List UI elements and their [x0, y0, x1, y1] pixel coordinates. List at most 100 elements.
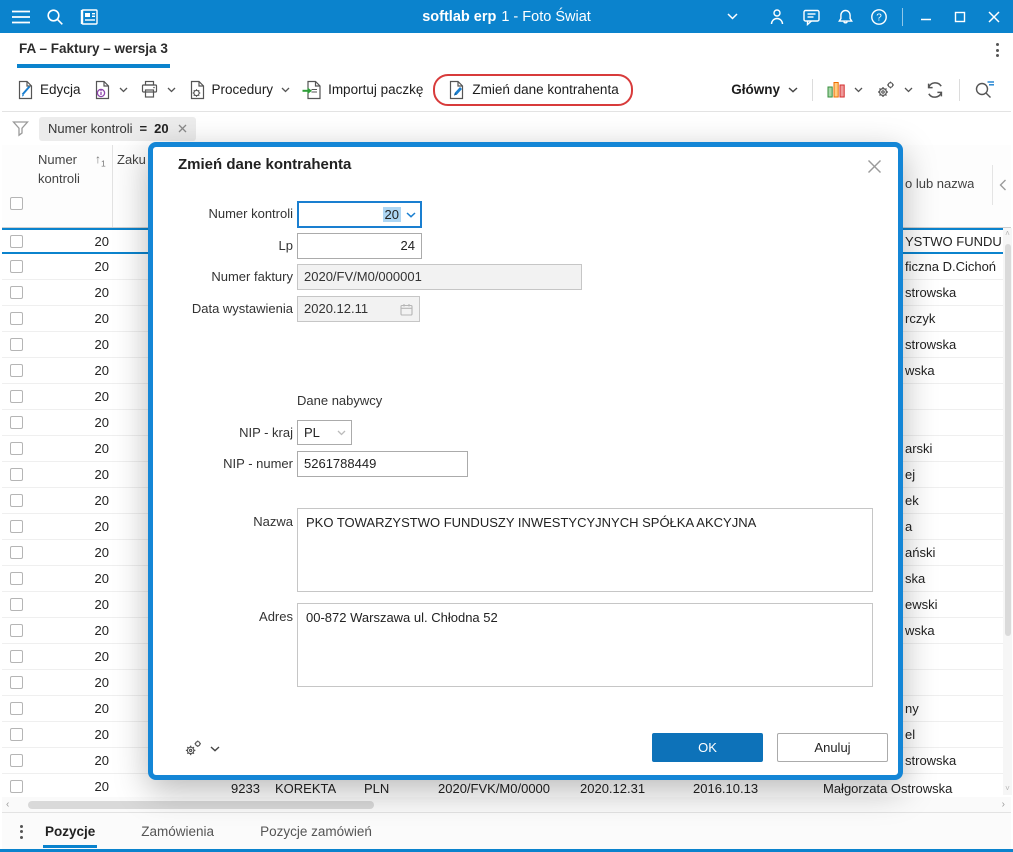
doc-info-chevron-icon[interactable] — [119, 87, 128, 93]
table-row[interactable]: 20 — [2, 306, 148, 332]
edit-button[interactable]: Edycja — [10, 75, 87, 105]
nip-numer-input[interactable]: 5261788449 — [297, 451, 468, 477]
scroll-down-icon[interactable]: ˅ — [1003, 783, 1012, 795]
table-row[interactable]: 20 — [2, 540, 148, 566]
bottom-tab-pozycje-zamówień[interactable]: Pozycje zamówień — [258, 816, 374, 848]
title-chevron-icon[interactable] — [727, 0, 738, 33]
change-contractor-button[interactable]: Zmień dane kontrahenta — [433, 73, 633, 106]
nazwa-textarea[interactable]: PKO TOWARZYSTWO FUNDUSZY INWESTYCYJNYCH … — [297, 508, 873, 592]
table-row[interactable]: 20 — [2, 696, 148, 722]
table-row[interactable]: 20 — [2, 462, 148, 488]
collapse-panel-icon[interactable] — [999, 179, 1007, 191]
maximize-icon[interactable] — [943, 0, 977, 33]
table-row[interactable]: 20 — [2, 436, 148, 462]
row-checkbox[interactable] — [10, 494, 23, 507]
table-row[interactable]: 20 — [2, 722, 148, 748]
select-all-checkbox[interactable] — [10, 197, 23, 210]
table-row-right[interactable] — [903, 410, 1003, 436]
minimize-icon[interactable] — [909, 0, 943, 33]
table-row-right[interactable]: ficzna D.Cichoń — [903, 254, 1003, 280]
table-row[interactable]: 20 — [2, 774, 148, 797]
table-row[interactable]: 20 — [2, 488, 148, 514]
numer-faktury-input[interactable]: 2020/FV/M0/000001 — [297, 264, 582, 290]
refresh-button[interactable] — [919, 75, 951, 105]
table-row-right[interactable]: ska — [903, 566, 1003, 592]
row-checkbox[interactable] — [10, 780, 23, 793]
print-chevron-icon[interactable] — [167, 87, 176, 93]
table-row-right[interactable]: wska — [903, 358, 1003, 384]
help-icon[interactable]: ? — [862, 0, 896, 33]
tab-overflow-icon[interactable] — [996, 43, 999, 57]
table-row-right[interactable]: wska — [903, 618, 1003, 644]
table-row-right[interactable]: YSTWO FUNDU — [903, 228, 1003, 254]
table-row-right[interactable]: ny — [903, 696, 1003, 722]
row-checkbox[interactable] — [10, 624, 23, 637]
dialog-settings-chevron-icon[interactable] — [210, 745, 220, 752]
row-checkbox[interactable] — [10, 728, 23, 741]
table-row[interactable]: 20 — [2, 670, 148, 696]
procedures-chevron-icon[interactable] — [281, 87, 290, 93]
bell-icon[interactable] — [828, 0, 862, 33]
nip-kraj-select[interactable]: PL — [297, 420, 352, 445]
table-row[interactable]: 20 — [2, 358, 148, 384]
adres-textarea[interactable]: 00-872 Warszawa ul. Chłodna 52 — [297, 603, 873, 687]
horizontal-scrollbar[interactable]: ‹ › — [2, 797, 1011, 812]
table-row[interactable]: 20 — [2, 566, 148, 592]
row-checkbox[interactable] — [10, 572, 23, 585]
doc-info-button[interactable] — [87, 75, 134, 105]
numer-kontroli-combobox[interactable]: 20 — [297, 201, 422, 228]
import-package-button[interactable]: Importuj paczkę — [296, 75, 429, 105]
table-row[interactable]: 20 — [2, 644, 148, 670]
vertical-scrollbar-thumb[interactable] — [1004, 244, 1011, 636]
table-row-right[interactable] — [903, 670, 1003, 696]
sort-asc-icon[interactable]: ↑1 — [95, 152, 106, 168]
bottom-tabs-menu-icon[interactable] — [20, 824, 23, 839]
lp-input[interactable]: 24 — [297, 233, 422, 259]
table-row-right[interactable]: ewski — [903, 592, 1003, 618]
table-row[interactable]: 20 — [2, 618, 148, 644]
column-divider[interactable] — [112, 145, 113, 227]
table-row-right[interactable]: a — [903, 514, 1003, 540]
search-icon[interactable] — [38, 0, 72, 33]
row-checkbox[interactable] — [10, 650, 23, 663]
data-wystawienia-input[interactable]: 2020.12.11 — [297, 296, 420, 322]
advanced-search-button[interactable] — [968, 75, 1001, 104]
view-selector-chevron-icon[interactable] — [788, 86, 798, 93]
filter-chip-remove-icon[interactable] — [178, 124, 187, 133]
settings-button[interactable] — [869, 75, 919, 105]
table-row[interactable]: 20 — [2, 254, 148, 280]
row-checkbox[interactable] — [10, 234, 23, 248]
cancel-button[interactable]: Anuluj — [777, 733, 888, 762]
news-icon[interactable] — [72, 0, 106, 33]
filter-chip[interactable]: Numer kontroli = 20 — [39, 116, 196, 141]
menu-icon[interactable] — [4, 0, 38, 33]
row-checkbox[interactable] — [10, 364, 23, 377]
row-checkbox[interactable] — [10, 260, 23, 273]
scroll-right-icon[interactable]: › — [1002, 798, 1005, 811]
table-row-right[interactable]: ański — [903, 540, 1003, 566]
row-checkbox[interactable] — [10, 442, 23, 455]
row-checkbox[interactable] — [10, 338, 23, 351]
table-row-right[interactable] — [903, 644, 1003, 670]
row-checkbox[interactable] — [10, 312, 23, 325]
row-checkbox[interactable] — [10, 286, 23, 299]
filter-funnel-icon[interactable] — [12, 120, 29, 137]
calendar-icon[interactable] — [400, 303, 413, 316]
tab-fa-faktury[interactable]: FA – Faktury – wersja 3 — [17, 39, 170, 68]
row-checkbox[interactable] — [10, 416, 23, 429]
table-row[interactable]: 20 — [2, 592, 148, 618]
bottom-tab-pozycje[interactable]: Pozycje — [43, 816, 98, 848]
table-row[interactable]: 20 — [2, 410, 148, 436]
dialog-settings-button[interactable] — [183, 739, 220, 758]
user-icon[interactable] — [760, 0, 794, 33]
table-row-right[interactable] — [903, 384, 1003, 410]
bottom-tab-zamówienia[interactable]: Zamówienia — [139, 816, 216, 848]
table-row-right[interactable]: strowska — [903, 748, 1003, 774]
table-row-right[interactable]: rczyk — [903, 306, 1003, 332]
table-header-right[interactable]: o lub nazwa — [903, 145, 1011, 228]
row-checkbox[interactable] — [10, 676, 23, 689]
table-row-right[interactable]: arski — [903, 436, 1003, 462]
table-bottom-row[interactable]: 9233 KOREKTA PLN 2020/FVK/M0/0000 2020.12.31… — [148, 780, 1003, 797]
table-row[interactable]: 20 — [2, 384, 148, 410]
dialog-close-icon[interactable] — [865, 157, 884, 176]
